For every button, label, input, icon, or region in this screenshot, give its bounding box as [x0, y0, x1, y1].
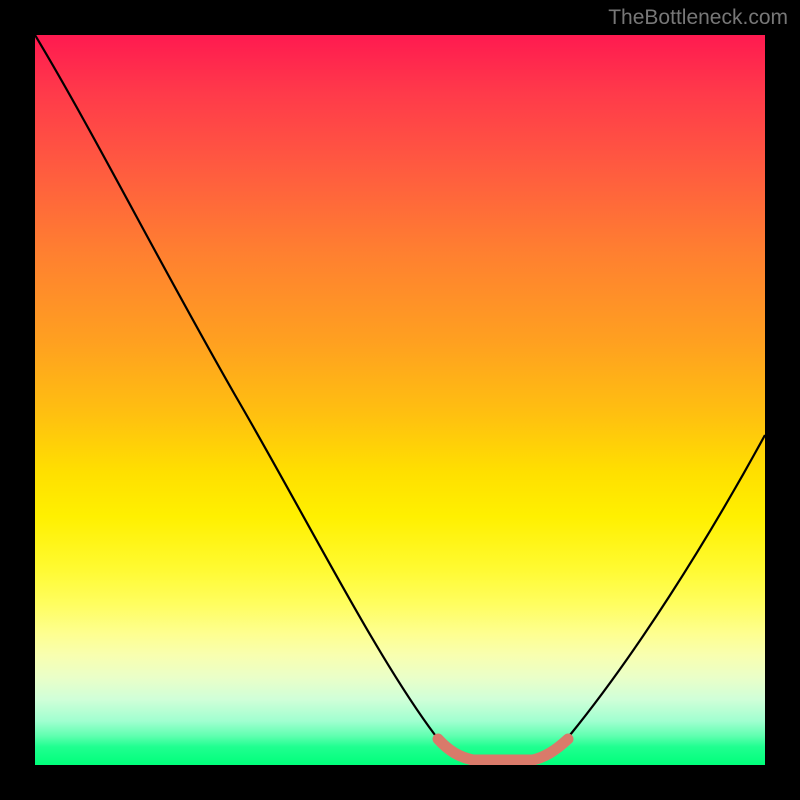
bottleneck-band-left — [438, 739, 473, 760]
watermark-text: TheBottleneck.com — [608, 6, 788, 30]
chart-plot-area — [35, 35, 765, 765]
bottleneck-band-right — [533, 739, 568, 760]
chart-svg — [35, 35, 765, 765]
bottleneck-curve — [35, 35, 765, 760]
